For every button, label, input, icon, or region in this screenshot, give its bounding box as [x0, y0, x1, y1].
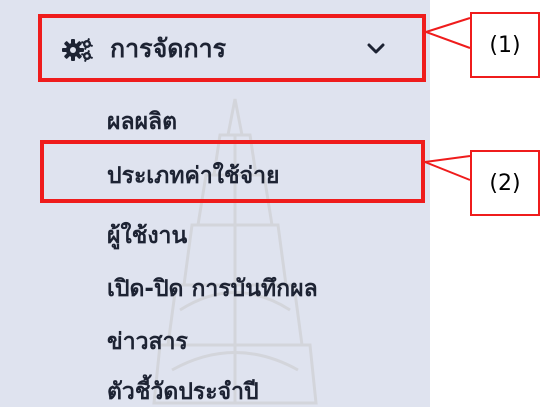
callout-1-text: (1)	[489, 32, 521, 58]
gears-icon	[62, 38, 93, 62]
menu-item-news[interactable]: ข่าวสาร	[107, 328, 188, 356]
menu-item-users[interactable]: ผู้ใช้งาน	[107, 222, 187, 250]
menu-item-expense-types[interactable]: ประเภทค่าใช้จ่าย	[107, 162, 280, 190]
screenshot-stage: การจัดการ ผลผลิต ประเภทค่าใช้จ่าย ผู้ใช้…	[0, 0, 542, 407]
callout-2-text: (2)	[489, 170, 521, 196]
callout-label-2: (2)	[470, 150, 540, 216]
menu-item-annual-indicators[interactable]: ตัวชี้วัดประจำปี	[107, 378, 259, 406]
menu-item-products[interactable]: ผลผลิต	[107, 108, 177, 136]
sidebar-menu: การจัดการ ผลผลิต ประเภทค่าใช้จ่าย ผู้ใช้…	[0, 0, 430, 407]
menu-item-open-close-recording[interactable]: เปิด-ปิด การบันทึกผล	[107, 275, 318, 303]
menu-header-label: การจัดการ	[110, 34, 227, 63]
callout-label-1: (1)	[470, 12, 540, 78]
chevron-down-icon[interactable]	[367, 42, 385, 56]
menu-header-management[interactable]: การจัดการ	[38, 14, 426, 82]
emblem-watermark-icon	[152, 98, 318, 405]
